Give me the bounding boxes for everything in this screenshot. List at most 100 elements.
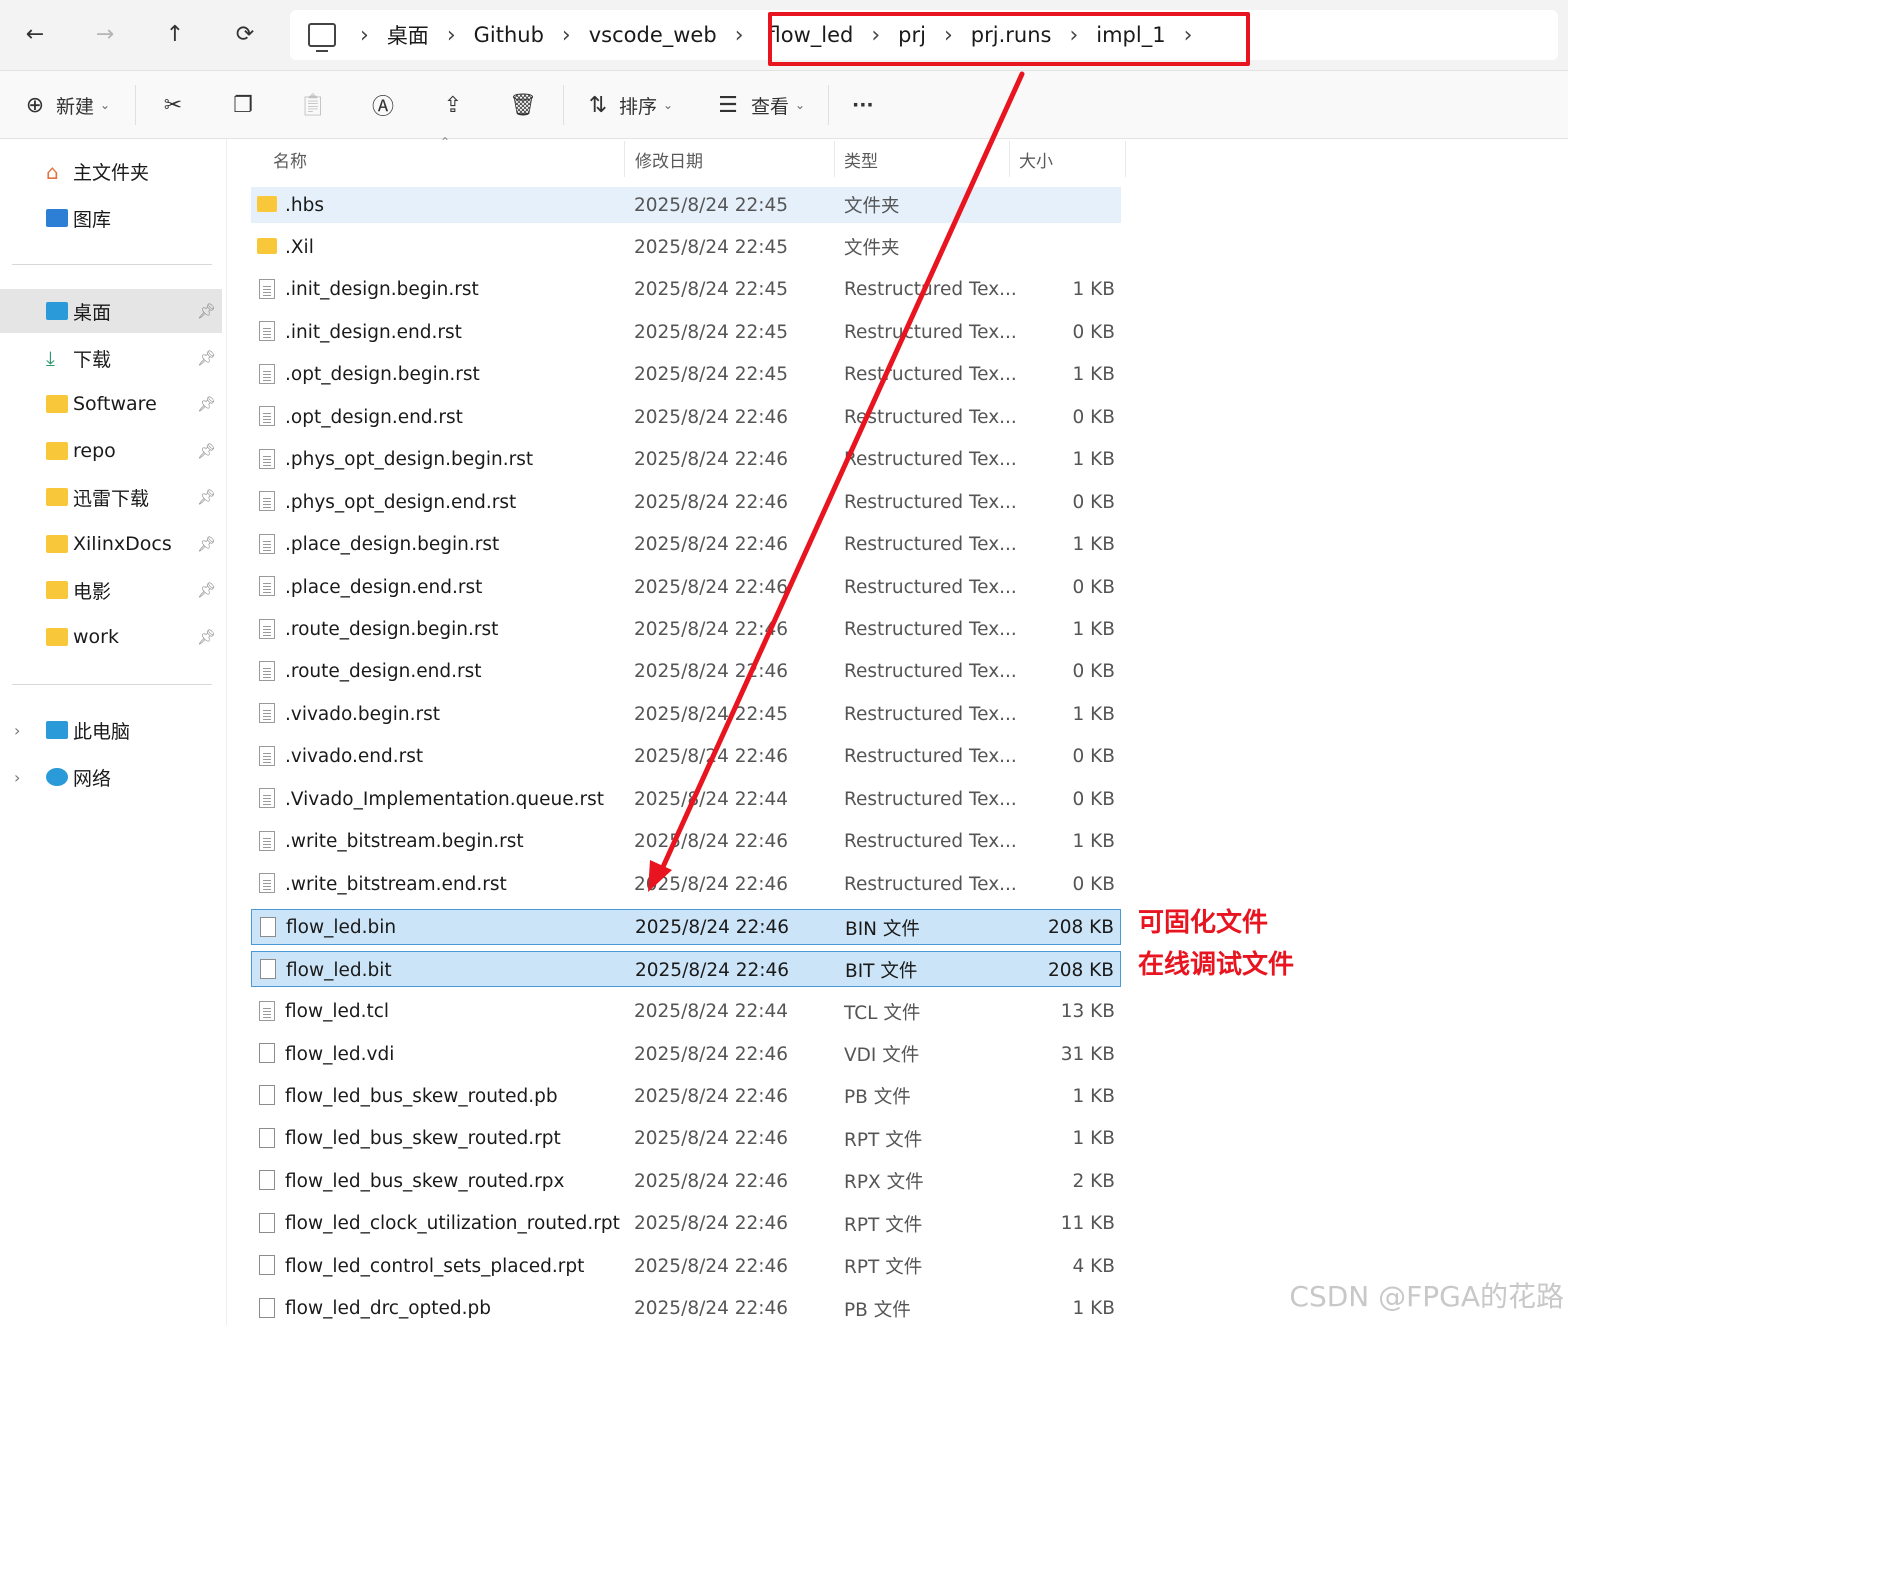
column-header-size[interactable]: 大小 bbox=[1019, 139, 1053, 179]
file-row[interactable]: flow_led.bit 2025/8/24 22:46 BIT 文件 208 KB bbox=[251, 951, 1121, 988]
chevron-right-icon[interactable]: › bbox=[14, 768, 20, 787]
pin-icon[interactable]: 📌︎ bbox=[197, 395, 216, 413]
pin-icon[interactable]: 📌︎ bbox=[197, 488, 216, 506]
sidebar-item-repo[interactable]: repo 📌︎ bbox=[0, 429, 222, 473]
sidebar-item-desktop[interactable]: 桌面 📌︎ bbox=[0, 289, 222, 333]
file-row[interactable]: .phys_opt_design.end.rst 2025/8/24 22:46 R… bbox=[251, 484, 1121, 520]
file-row[interactable]: flow_led_control_sets_placed.rpt 2025/8/2… bbox=[251, 1248, 1121, 1284]
file-row[interactable]: flow_led.tcl 2025/8/24 22:44 TCL 文件 13 KB bbox=[251, 994, 1121, 1030]
file-row[interactable]: .write_bitstream.begin.rst 2025/8/24 22:4… bbox=[251, 824, 1121, 860]
sidebar-item-xunlei[interactable]: 迅雷下载 📌︎ bbox=[0, 475, 222, 519]
column-header-type[interactable]: 类型 bbox=[844, 139, 878, 179]
view-button[interactable]: ☰ 查看 ⌄ bbox=[713, 85, 805, 125]
sidebar-item-downloads[interactable]: ⤓ 下载 📌︎ bbox=[0, 336, 222, 380]
computer-icon bbox=[46, 721, 68, 739]
chevron-right-icon[interactable]: › bbox=[735, 23, 744, 48]
chevron-right-icon[interactable]: › bbox=[447, 23, 456, 48]
column-header-date[interactable]: 修改日期 bbox=[635, 139, 703, 179]
refresh-icon[interactable]: ⟳ bbox=[227, 16, 263, 52]
column-divider[interactable] bbox=[834, 141, 835, 177]
sort-icon: ⇅ bbox=[588, 92, 608, 118]
cut-button[interactable]: ✂ bbox=[158, 85, 188, 125]
file-row[interactable]: .route_design.begin.rst 2025/8/24 22:46 Re… bbox=[251, 612, 1121, 648]
file-icon bbox=[259, 830, 275, 851]
file-row[interactable]: .Xil 2025/8/24 22:45 文件夹 bbox=[251, 229, 1121, 265]
file-name: .write_bitstream.end.rst bbox=[285, 873, 507, 895]
share-button[interactable]: ⇪ bbox=[438, 85, 468, 125]
chevron-right-icon[interactable]: › bbox=[360, 23, 369, 48]
sidebar-item-software[interactable]: Software 📌︎ bbox=[0, 382, 222, 426]
address-bar: ← → ↑ ⟳ › 桌面 › Github › vscode_web › flo… bbox=[0, 0, 1568, 71]
file-date: 2025/8/24 22:46 bbox=[634, 491, 789, 513]
file-row[interactable]: .place_design.begin.rst 2025/8/24 22:46 Re… bbox=[251, 527, 1121, 563]
file-size: 1 KB bbox=[1072, 1128, 1115, 1150]
pin-icon[interactable]: 📌︎ bbox=[197, 535, 216, 553]
breadcrumb-item[interactable]: vscode_web bbox=[589, 23, 717, 47]
file-row[interactable]: .init_design.end.rst 2025/8/24 22:45 Restr… bbox=[251, 314, 1121, 350]
forward-arrow-icon[interactable]: → bbox=[87, 16, 123, 52]
file-date: 2025/8/24 22:45 bbox=[634, 236, 789, 258]
rename-button[interactable]: Ⓐ bbox=[368, 85, 398, 125]
chevron-down-icon: ⌄ bbox=[663, 98, 674, 112]
breadcrumb-item[interactable]: Github bbox=[474, 23, 544, 47]
file-row[interactable]: flow_led.bin 2025/8/24 22:46 BIN 文件 208 KB bbox=[251, 908, 1121, 945]
sidebar-item-gallery[interactable]: 图库 bbox=[0, 196, 222, 240]
column-divider[interactable] bbox=[624, 141, 625, 177]
sidebar-item-home[interactable]: ⌂ 主文件夹 bbox=[0, 149, 222, 193]
sidebar-item-movies[interactable]: 电影 📌︎ bbox=[0, 568, 222, 612]
copy-button[interactable]: ❐ bbox=[228, 85, 258, 125]
file-row[interactable]: .hbs 2025/8/24 22:45 文件夹 bbox=[251, 187, 1121, 223]
sidebar-item-work[interactable]: work 📌︎ bbox=[0, 615, 222, 659]
computer-icon[interactable] bbox=[308, 23, 336, 52]
file-row[interactable]: .place_design.end.rst 2025/8/24 22:46 Rest… bbox=[251, 569, 1121, 605]
sort-button[interactable]: ⇅ 排序 ⌄ bbox=[583, 85, 673, 125]
column-divider[interactable] bbox=[1009, 141, 1010, 177]
file-type: RPT 文件 bbox=[844, 1214, 923, 1236]
file-row[interactable]: flow_led_bus_skew_routed.pb 2025/8/24 22:… bbox=[251, 1078, 1121, 1114]
up-arrow-icon[interactable]: ↑ bbox=[157, 16, 193, 52]
file-icon bbox=[259, 1170, 275, 1191]
file-row[interactable]: flow_led_bus_skew_routed.rpt 2025/8/24 22… bbox=[251, 1121, 1121, 1157]
file-row[interactable]: .phys_opt_design.begin.rst 2025/8/24 22:4… bbox=[251, 442, 1121, 478]
file-row[interactable]: .vivado.begin.rst 2025/8/24 22:45 Restruct… bbox=[251, 696, 1121, 732]
delete-button[interactable]: 🗑︎ bbox=[508, 85, 538, 125]
column-header-name[interactable]: 名称 bbox=[273, 139, 307, 179]
file-row[interactable]: .route_design.end.rst 2025/8/24 22:46 Rest… bbox=[251, 654, 1121, 690]
chevron-right-icon[interactable]: › bbox=[14, 721, 20, 740]
sidebar-item-network[interactable]: › 网络 bbox=[0, 755, 222, 799]
file-row[interactable]: .init_design.begin.rst 2025/8/24 22:45 Res… bbox=[251, 272, 1121, 308]
file-row[interactable]: .vivado.end.rst 2025/8/24 22:46 Restructur… bbox=[251, 739, 1121, 775]
file-date: 2025/8/24 22:46 bbox=[634, 1170, 789, 1192]
file-type: Restructured Tex... bbox=[844, 279, 1017, 301]
sidebar-item-label: Software bbox=[73, 393, 157, 415]
file-type: Restructured Tex... bbox=[844, 746, 1017, 768]
file-date: 2025/8/24 22:46 bbox=[634, 406, 789, 428]
file-name: flow_led_bus_skew_routed.pb bbox=[285, 1085, 558, 1107]
file-type: Restructured Tex... bbox=[844, 364, 1017, 386]
pin-icon[interactable]: 📌︎ bbox=[197, 302, 216, 320]
chevron-right-icon[interactable]: › bbox=[562, 23, 571, 48]
paste-button[interactable]: 📋︎ bbox=[298, 85, 328, 125]
file-size: 1 KB bbox=[1072, 831, 1115, 853]
file-icon bbox=[259, 618, 275, 639]
breadcrumb-item[interactable]: 桌面 bbox=[387, 20, 429, 50]
file-row[interactable]: flow_led_bus_skew_routed.rpx 2025/8/24 22… bbox=[251, 1163, 1121, 1199]
file-row[interactable]: .Vivado_Implementation.queue.rst 2025/8/2… bbox=[251, 781, 1121, 817]
file-row[interactable]: flow_led_drc_opted.pb 2025/8/24 22:46 PB 文… bbox=[251, 1291, 1121, 1327]
file-row[interactable]: .opt_design.end.rst 2025/8/24 22:46 Restru… bbox=[251, 399, 1121, 435]
back-arrow-icon[interactable]: ← bbox=[17, 16, 53, 52]
pin-icon[interactable]: 📌︎ bbox=[197, 442, 216, 460]
file-row[interactable]: flow_led_clock_utilization_routed.rpt 202… bbox=[251, 1206, 1121, 1242]
pin-icon[interactable]: 📌︎ bbox=[197, 628, 216, 646]
sidebar-item-this-pc[interactable]: › 此电脑 bbox=[0, 708, 222, 752]
file-row[interactable]: .opt_design.begin.rst 2025/8/24 22:45 Rest… bbox=[251, 357, 1121, 393]
file-icon bbox=[259, 873, 275, 894]
more-options-button[interactable]: ··· bbox=[852, 85, 874, 125]
sidebar-item-xilinxdocs[interactable]: XilinxDocs 📌︎ bbox=[0, 522, 222, 566]
file-row[interactable]: flow_led.vdi 2025/8/24 22:46 VDI 文件 31 KB bbox=[251, 1036, 1121, 1072]
pin-icon[interactable]: 📌︎ bbox=[197, 581, 216, 599]
file-row[interactable]: .write_bitstream.end.rst 2025/8/24 22:46 R… bbox=[251, 866, 1121, 902]
new-button[interactable]: ⊕ 新建 ⌄ bbox=[20, 85, 110, 125]
column-divider[interactable] bbox=[1125, 141, 1126, 177]
pin-icon[interactable]: 📌︎ bbox=[197, 349, 216, 367]
